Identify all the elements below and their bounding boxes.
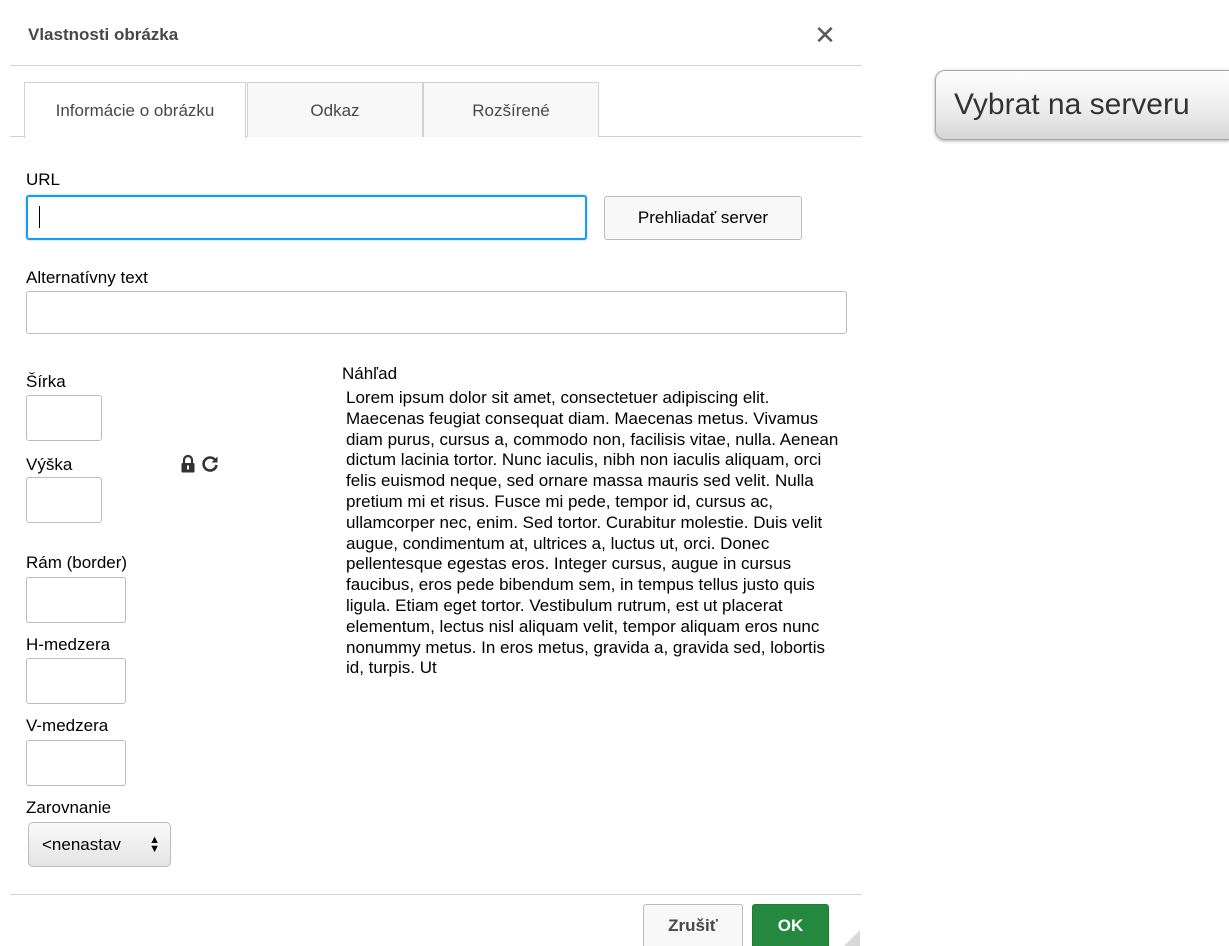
dialog-titlebar: Vlastnosti obrázka ✕: [10, 8, 862, 66]
close-icon[interactable]: ✕: [810, 20, 840, 50]
preview-text: Lorem ipsum dolor sit amet, consectetuer…: [346, 388, 839, 678]
align-label: Zarovnanie: [26, 798, 112, 817]
hspace-input[interactable]: [26, 658, 126, 704]
hspace-label: H-medzera: [26, 635, 111, 654]
alt-text-label: Alternatívny text: [26, 268, 148, 287]
tab-bar: Informácie o obrázku Odkaz Rozšírené: [10, 66, 862, 138]
alt-text-input[interactable]: [26, 291, 847, 334]
resize-grip-icon[interactable]: [838, 924, 860, 946]
select-on-server-button[interactable]: Vybrat na serveru: [935, 70, 1229, 140]
cancel-button[interactable]: Zrušiť: [643, 904, 743, 946]
url-label: URL: [26, 170, 61, 189]
text-caret: [39, 206, 40, 228]
vspace-label: V-medzera: [26, 716, 109, 735]
select-arrows-icon: ▲ ▼: [149, 834, 160, 855]
width-input[interactable]: [26, 395, 102, 441]
browse-server-button[interactable]: Prehliadať server: [604, 196, 802, 240]
tab-link[interactable]: Odkaz: [247, 82, 423, 137]
border-label: Rám (border): [26, 553, 128, 572]
align-selected-value: <nenastav: [42, 835, 121, 854]
preview-label: Náhľad: [342, 364, 398, 383]
vspace-input[interactable]: [26, 740, 126, 786]
align-select[interactable]: <nenastav ▲ ▼: [28, 822, 171, 867]
height-label: Výška: [26, 455, 73, 474]
dialog-title: Vlastnosti obrázka: [28, 25, 179, 44]
image-properties-dialog: Vlastnosti obrázka ✕ Informácie o obrázk…: [0, 0, 862, 946]
border-input[interactable]: [26, 577, 126, 623]
width-label: Šírka: [26, 372, 66, 391]
tab-advanced[interactable]: Rozšírené: [423, 82, 599, 137]
url-input[interactable]: [26, 195, 587, 240]
ok-button[interactable]: OK: [752, 904, 829, 946]
height-input[interactable]: [26, 477, 102, 523]
lock-icon[interactable]: [181, 454, 195, 473]
tab-image-info[interactable]: Informácie o obrázku: [24, 82, 246, 138]
reset-size-icon[interactable]: [201, 455, 219, 473]
